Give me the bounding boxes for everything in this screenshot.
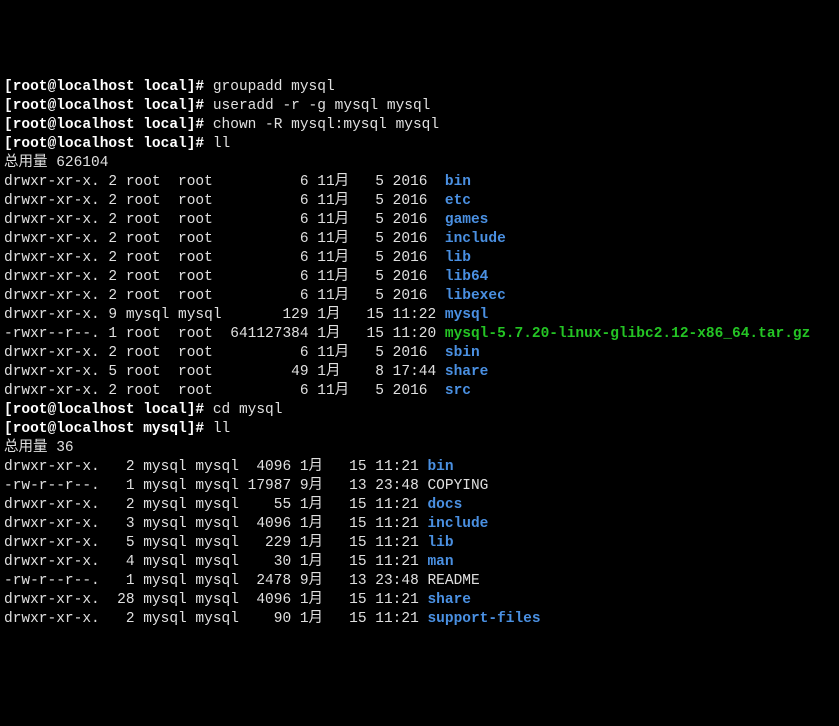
prompt: [root@localhost mysql]# [4,421,213,437]
file-name: mysql [445,307,489,323]
file-name: lib [445,250,471,266]
file-name: COPYING [427,478,488,494]
file-name: share [427,592,471,608]
prompt: [root@localhost local]# [4,136,213,152]
prompt-line: [root@localhost local]# useradd -r -g my… [4,98,430,114]
file-name: README [427,573,479,589]
list-item: drwxr-xr-x. 28 mysql mysql 4096 1月 15 11… [4,592,471,608]
list-item: drwxr-xr-x. 2 root root 6 11月 5 2016 etc [4,193,471,209]
file-name: sbin [445,345,480,361]
list-item: drwxr-xr-x. 2 root root 6 11月 5 2016 bin [4,174,471,190]
prompt-line: [root@localhost local]# ll [4,136,230,152]
terminal-output[interactable]: [root@localhost local]# groupadd mysql [… [4,78,835,629]
file-name: docs [427,497,462,513]
file-name: games [445,212,489,228]
command-text: cd mysql [213,402,283,418]
list-item: drwxr-xr-x. 2 root root 6 11月 5 2016 sbi… [4,345,480,361]
total-line: 总用量 36 [4,440,74,456]
list-item: drwxr-xr-x. 2 mysql mysql 90 1月 15 11:21… [4,611,541,627]
list-item: -rwxr--r--. 1 root root 641127384 1月 15 … [4,326,810,342]
prompt: [root@localhost local]# [4,79,213,95]
file-listing: drwxr-xr-x. 2 root root 6 11月 5 2016 bin… [4,173,835,401]
list-item: -rw-r--r--. 1 mysql mysql 17987 9月 13 23… [4,478,488,494]
list-item: drwxr-xr-x. 5 mysql mysql 229 1月 15 11:2… [4,535,454,551]
list-item: drwxr-xr-x. 4 mysql mysql 30 1月 15 11:21… [4,554,454,570]
command-text: groupadd mysql [213,79,335,95]
list-item: drwxr-xr-x. 2 mysql mysql 55 1月 15 11:21… [4,497,462,513]
file-name: mysql-5.7.20-linux-glibc2.12-x86_64.tar.… [445,326,810,342]
prompt: [root@localhost local]# [4,117,213,133]
prompt: [root@localhost local]# [4,402,213,418]
file-name: include [445,231,506,247]
total-line: 总用量 626104 [4,155,108,171]
list-item: drwxr-xr-x. 3 mysql mysql 4096 1月 15 11:… [4,516,488,532]
command-text: ll [213,136,230,152]
list-item: drwxr-xr-x. 2 root root 6 11月 5 2016 inc… [4,231,506,247]
prompt-line: [root@localhost local]# chown -R mysql:m… [4,117,439,133]
file-name: bin [427,459,453,475]
list-item: drwxr-xr-x. 2 root root 6 11月 5 2016 lib… [4,288,506,304]
prompt-line: [root@localhost local]# groupadd mysql [4,79,335,95]
file-name: src [445,383,471,399]
file-name: bin [445,174,471,190]
file-name: lib64 [445,269,489,285]
file-name: include [427,516,488,532]
list-item: drwxr-xr-x. 2 root root 6 11月 5 2016 gam… [4,212,488,228]
command-text: ll [213,421,230,437]
file-name: lib [427,535,453,551]
list-item: drwxr-xr-x. 5 root root 49 1月 8 17:44 sh… [4,364,488,380]
file-listing: drwxr-xr-x. 2 mysql mysql 4096 1月 15 11:… [4,458,835,629]
prompt-line: [root@localhost mysql]# ll [4,421,230,437]
command-text: chown -R mysql:mysql mysql [213,117,439,133]
list-item: drwxr-xr-x. 9 mysql mysql 129 1月 15 11:2… [4,307,488,323]
file-name: etc [445,193,471,209]
list-item: drwxr-xr-x. 2 mysql mysql 4096 1月 15 11:… [4,459,454,475]
list-item: drwxr-xr-x. 2 root root 6 11月 5 2016 lib [4,250,471,266]
list-item: drwxr-xr-x. 2 root root 6 11月 5 2016 lib… [4,269,488,285]
prompt: [root@localhost local]# [4,98,213,114]
command-text: useradd -r -g mysql mysql [213,98,431,114]
file-name: share [445,364,489,380]
list-item: -rw-r--r--. 1 mysql mysql 2478 9月 13 23:… [4,573,480,589]
file-name: libexec [445,288,506,304]
prompt-line: [root@localhost local]# cd mysql [4,402,282,418]
list-item: drwxr-xr-x. 2 root root 6 11月 5 2016 src [4,383,471,399]
file-name: man [427,554,453,570]
file-name: support-files [427,611,540,627]
